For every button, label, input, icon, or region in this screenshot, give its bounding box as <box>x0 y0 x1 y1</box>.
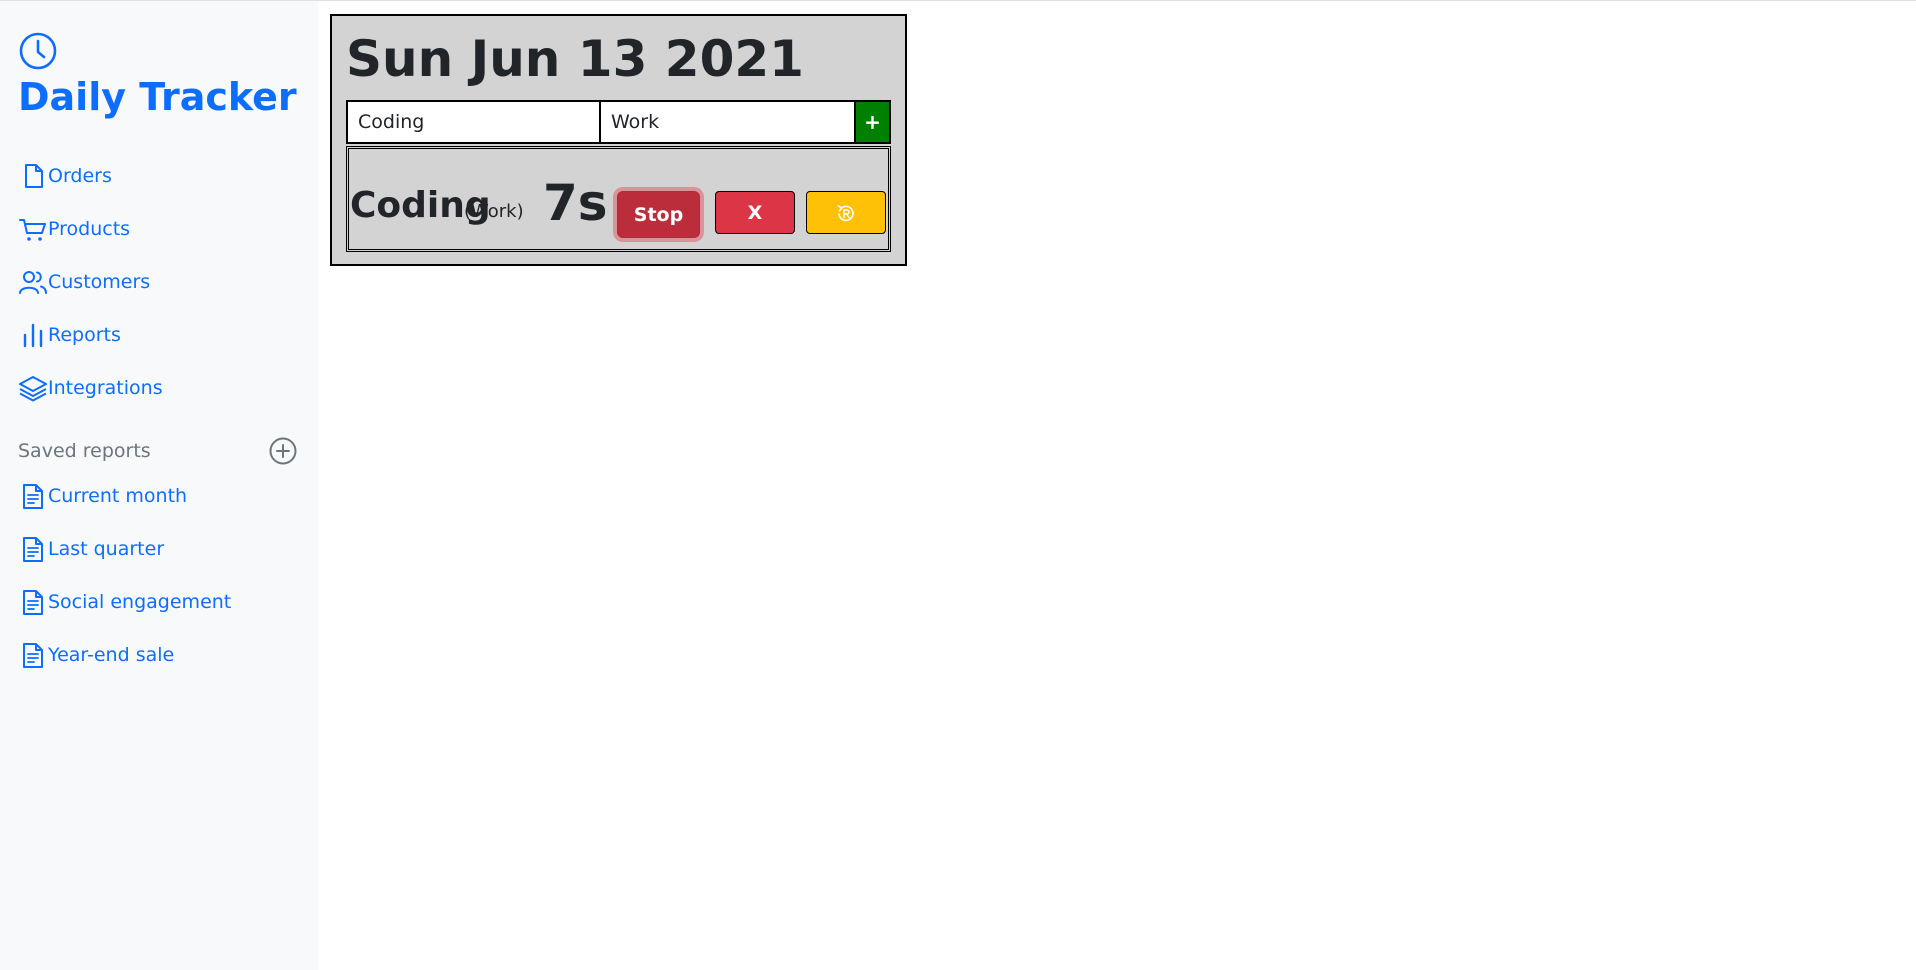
users-icon <box>18 267 48 297</box>
file-text-icon <box>18 534 48 564</box>
file-icon <box>18 161 48 191</box>
entry-elapsed-time: 7s <box>543 174 608 232</box>
saved-report-year-end-sale[interactable]: Year-end sale <box>18 628 308 681</box>
stop-button[interactable]: Stop <box>617 191 700 238</box>
main-nav: Orders Products Customers Reports Integr… <box>18 149 308 414</box>
file-text-icon <box>18 481 48 511</box>
saved-report-label: Last quarter <box>48 537 165 560</box>
clock-icon <box>19 32 57 70</box>
timer-entry: Coding (Work) 7s Stop X <box>346 146 891 252</box>
sidebar: Daily Tracker Orders Products Customers … <box>0 1 318 970</box>
plus-circle-icon[interactable] <box>268 436 298 466</box>
category-input[interactable] <box>601 102 854 142</box>
file-text-icon <box>18 640 48 670</box>
add-button[interactable]: + <box>854 102 889 142</box>
entry-category: (Work) <box>464 201 524 222</box>
saved-reports-header: Saved reports <box>18 436 298 466</box>
bar-chart-icon <box>18 320 48 350</box>
nav-item-reports[interactable]: Reports <box>18 308 308 361</box>
layers-icon <box>18 373 48 403</box>
saved-reports-list: Current month Last quarter Social engage… <box>18 469 308 681</box>
delete-button[interactable]: X <box>715 191 795 234</box>
date-heading: Sun Jun 13 2021 <box>346 30 804 88</box>
nav-item-label: Integrations <box>48 376 163 399</box>
file-text-icon <box>18 587 48 617</box>
nav-item-label: Reports <box>48 323 121 346</box>
tracker-card: Sun Jun 13 2021 + Coding (Work) 7s Stop … <box>330 14 907 266</box>
nav-item-integrations[interactable]: Integrations <box>18 361 308 414</box>
new-entry-form: + <box>346 100 891 144</box>
nav-item-products[interactable]: Products <box>18 202 308 255</box>
nav-item-label: Orders <box>48 164 112 187</box>
nav-item-label: Products <box>48 217 131 240</box>
brand <box>18 31 58 71</box>
app-title: Daily Tracker <box>18 75 297 119</box>
saved-report-label: Year-end sale <box>48 643 175 666</box>
nav-item-orders[interactable]: Orders <box>18 149 308 202</box>
cart-icon <box>18 214 48 244</box>
saved-report-last-quarter[interactable]: Last quarter <box>18 522 308 575</box>
reset-button[interactable] <box>806 191 886 234</box>
task-input[interactable] <box>348 102 601 142</box>
saved-report-social-engagement[interactable]: Social engagement <box>18 575 308 628</box>
saved-report-label: Current month <box>48 484 188 507</box>
saved-reports-heading: Saved reports <box>18 440 151 462</box>
saved-report-label: Social engagement <box>48 590 232 613</box>
saved-report-current-month[interactable]: Current month <box>18 469 308 522</box>
nav-item-label: Customers <box>48 270 151 293</box>
nav-item-customers[interactable]: Customers <box>18 255 308 308</box>
reset-icon <box>837 204 854 221</box>
